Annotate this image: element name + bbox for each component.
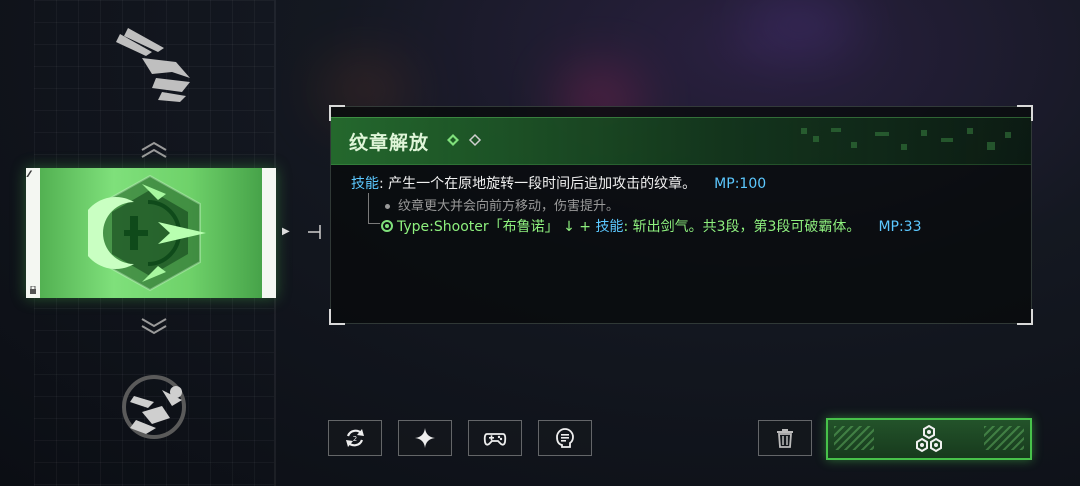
- svg-text:2: 2: [353, 435, 357, 443]
- rank-diamonds-icon: [447, 133, 482, 147]
- derived-mp-cost: MP:33: [878, 219, 922, 235]
- sparkle-icon: [415, 428, 435, 448]
- skill-text: 产生一个在原地旋转一段时间后追加攻击的纹章。: [388, 176, 697, 192]
- active-node-icon: [381, 220, 393, 232]
- connector-tick-icon: [308, 225, 321, 239]
- derived-sep: :: [623, 219, 633, 235]
- panel-corner: [1017, 309, 1033, 325]
- panel-title: 纹章解放: [349, 132, 430, 154]
- tree-connector: [368, 193, 369, 223]
- chevron-up-icon[interactable]: [138, 140, 170, 160]
- delete-button[interactable]: [758, 420, 812, 456]
- derived-skill-text: 斩出剑气。共3段，第3段可破霸体。: [632, 219, 861, 235]
- chevron-down-icon[interactable]: [138, 316, 170, 336]
- equip-emblem-button[interactable]: [826, 418, 1032, 460]
- panel-header: 纹章解放: [331, 117, 1031, 165]
- button-stripes: [834, 426, 874, 450]
- card-lock-icon: [30, 286, 36, 294]
- selected-emblem-card[interactable]: ⁄⁄⁄: [26, 168, 276, 298]
- gamepad-icon: [483, 433, 507, 446]
- emblem-slot-below[interactable]: [112, 372, 196, 442]
- panel-corner: [329, 309, 345, 325]
- tree-connector: [368, 223, 380, 224]
- skill-description-panel: 纹章解放 技能: 产生一个在原地旋转一段时间后追加攻击的纹章。 MP:100 纹章…: [329, 105, 1033, 325]
- trash-icon: [777, 429, 793, 448]
- skill-label: 技能: [351, 176, 379, 192]
- swap-button[interactable]: 2: [328, 420, 382, 456]
- hex-cluster-icon: [916, 424, 942, 453]
- card-right-edge: [262, 168, 276, 298]
- skill-sep: :: [379, 176, 389, 192]
- circuit-decoration: [801, 128, 1011, 150]
- bullet-icon: [385, 204, 390, 209]
- emblem-slot-above[interactable]: [112, 22, 196, 108]
- upgrade-note-text: 纹章更大并会向前方移动，伤害提升。: [398, 199, 620, 214]
- selection-pointer-icon: ▶: [282, 226, 290, 237]
- chat-head-icon: [556, 428, 574, 448]
- dialogue-button[interactable]: [538, 420, 592, 456]
- controller-button[interactable]: [468, 420, 522, 456]
- background-glow: [740, 0, 860, 50]
- skill-main-line: 技能: 产生一个在原地旋转一段时间后追加攻击的纹章。 MP:100: [351, 173, 766, 193]
- card-corner-marks: ⁄⁄⁄: [28, 170, 30, 180]
- derived-prefix: Type:Shooter「布鲁诺」 ↓ +: [397, 219, 596, 235]
- swap-icon: 2: [346, 429, 364, 447]
- upgrade-note: 纹章更大并会向前方移动，伤害提升。: [385, 195, 619, 214]
- button-stripes: [984, 426, 1024, 450]
- sparkle-button[interactable]: [398, 420, 452, 456]
- derived-skill-line: Type:Shooter「布鲁诺」 ↓ + 技能: 斩出剑气。共3段，第3段可破…: [381, 216, 922, 236]
- card-left-edge: [26, 168, 40, 298]
- skill-mp-cost: MP:100: [714, 176, 767, 192]
- crescent-blade-emblem-icon: [88, 174, 206, 292]
- derived-skill-label: 技能: [595, 219, 624, 235]
